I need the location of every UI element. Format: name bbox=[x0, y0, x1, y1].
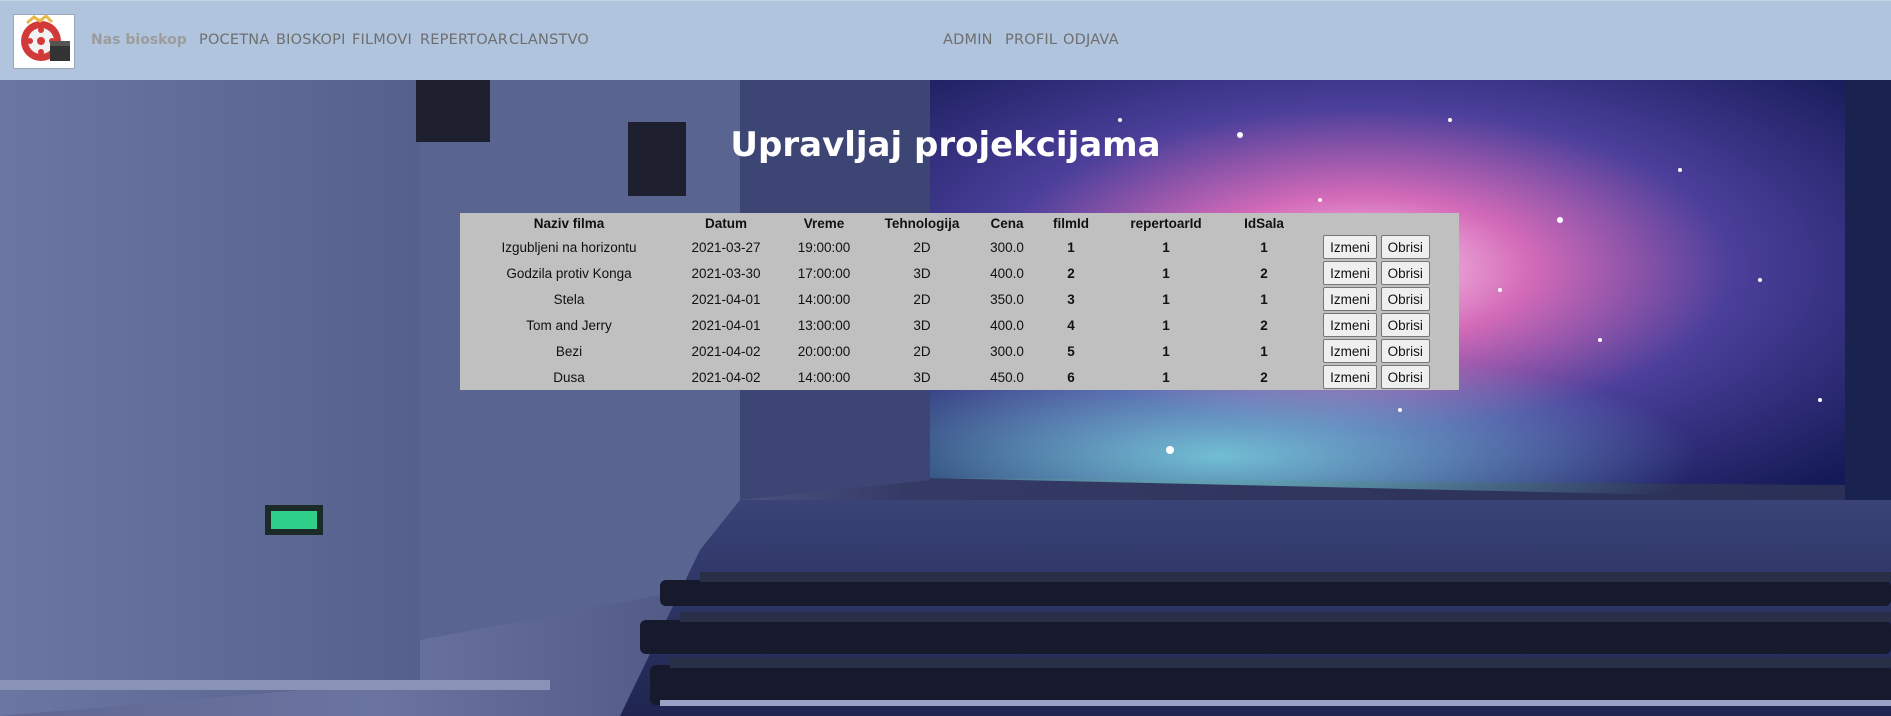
cell-actions: Izmeni Obrisi bbox=[1294, 286, 1459, 312]
cell-vreme: 19:00:00 bbox=[797, 239, 851, 255]
edit-button[interactable]: Izmeni bbox=[1323, 339, 1377, 363]
cell-idsala: 1 bbox=[1260, 239, 1268, 255]
cell-actions: Izmeni Obrisi bbox=[1294, 234, 1459, 260]
cell-tehnologija: 2D bbox=[913, 343, 931, 359]
projections-table: Naziv filma Datum Vreme Tehnologija Cena… bbox=[460, 213, 1459, 390]
cell-naziv-filma: Tom and Jerry bbox=[526, 317, 612, 333]
cinema-hall-illustration bbox=[0, 80, 1891, 716]
header-vreme: Vreme bbox=[803, 216, 845, 231]
cell-filmid: 1 bbox=[1067, 239, 1075, 255]
delete-button[interactable]: Obrisi bbox=[1380, 365, 1430, 389]
edit-button[interactable]: Izmeni bbox=[1323, 235, 1377, 259]
nav-link-clanstvo[interactable]: CLANSTVO bbox=[509, 32, 589, 48]
header-actions bbox=[1294, 213, 1459, 234]
table-row: Dusa 2021-04-02 14:00:00 3D 450.0 6 1 2 … bbox=[460, 364, 1459, 390]
cell-idsala: 1 bbox=[1260, 343, 1268, 359]
cell-cena: 350.0 bbox=[990, 291, 1024, 307]
nav-link-bioskopi[interactable]: BIOSKOPI bbox=[276, 32, 346, 48]
cell-vreme: 20:00:00 bbox=[797, 343, 851, 359]
cell-cena: 400.0 bbox=[990, 265, 1024, 281]
cell-naziv-filma: Godzila protiv Konga bbox=[506, 265, 632, 281]
nav-link-pocetna[interactable]: POCETNA bbox=[199, 32, 269, 48]
cell-datum: 2021-04-01 bbox=[691, 317, 761, 333]
table-row: Bezi 2021-04-02 20:00:00 2D 300.0 5 1 1 … bbox=[460, 338, 1459, 364]
cell-naziv-filma: Stela bbox=[553, 291, 585, 307]
cell-vreme: 14:00:00 bbox=[797, 369, 851, 385]
brand-name[interactable]: Nas bioskop bbox=[91, 32, 187, 48]
nav-link-profil[interactable]: PROFIL bbox=[1005, 32, 1057, 48]
cell-naziv-filma: Dusa bbox=[553, 369, 585, 385]
page-title: Upravljaj projekcijama bbox=[730, 125, 1161, 165]
header-idsala: IdSala bbox=[1244, 216, 1284, 231]
cell-idsala: 2 bbox=[1260, 265, 1268, 281]
cell-naziv-filma: Bezi bbox=[555, 343, 583, 359]
table-header-row: Naziv filma Datum Vreme Tehnologija Cena… bbox=[460, 213, 1459, 234]
nav-link-admin[interactable]: ADMIN bbox=[943, 32, 993, 48]
top-navbar: Nas bioskop POCETNA BIOSKOPI FILMOVI REP… bbox=[0, 0, 1891, 80]
cell-datum: 2021-03-30 bbox=[691, 265, 761, 281]
cell-idsala: 1 bbox=[1260, 291, 1268, 307]
cell-filmid: 2 bbox=[1067, 265, 1075, 281]
header-cena: Cena bbox=[990, 216, 1024, 231]
cell-naziv-filma: Izgubljeni na horizontu bbox=[501, 239, 637, 255]
cell-tehnologija: 2D bbox=[913, 291, 931, 307]
cell-tehnologija: 2D bbox=[913, 239, 931, 255]
delete-button[interactable]: Obrisi bbox=[1380, 235, 1430, 259]
cell-datum: 2021-03-27 bbox=[691, 239, 761, 255]
table-row: Godzila protiv Konga 2021-03-30 17:00:00… bbox=[460, 260, 1459, 286]
cell-filmid: 5 bbox=[1067, 343, 1075, 359]
cell-actions: Izmeni Obrisi bbox=[1294, 364, 1459, 390]
cell-idsala: 2 bbox=[1260, 317, 1268, 333]
cinema-hall-background bbox=[0, 80, 1891, 716]
cell-actions: Izmeni Obrisi bbox=[1294, 260, 1459, 286]
cell-cena: 400.0 bbox=[990, 317, 1024, 333]
delete-button[interactable]: Obrisi bbox=[1380, 287, 1430, 311]
cell-filmid: 3 bbox=[1067, 291, 1075, 307]
cell-vreme: 14:00:00 bbox=[797, 291, 851, 307]
cell-repertoarid: 1 bbox=[1162, 369, 1170, 385]
edit-button[interactable]: Izmeni bbox=[1323, 313, 1377, 337]
header-naziv-filma: Naziv filma bbox=[533, 216, 605, 231]
cell-cena: 450.0 bbox=[990, 369, 1024, 385]
header-tehnologija: Tehnologija bbox=[884, 216, 960, 231]
nav-link-repertoar[interactable]: REPERTOAR bbox=[420, 32, 508, 48]
edit-button[interactable]: Izmeni bbox=[1323, 365, 1377, 389]
cell-cena: 300.0 bbox=[990, 343, 1024, 359]
table-row: Tom and Jerry 2021-04-01 13:00:00 3D 400… bbox=[460, 312, 1459, 338]
cell-actions: Izmeni Obrisi bbox=[1294, 338, 1459, 364]
edit-button[interactable]: Izmeni bbox=[1323, 261, 1377, 285]
cell-tehnologija: 3D bbox=[913, 369, 931, 385]
cell-filmid: 6 bbox=[1067, 369, 1075, 385]
cell-datum: 2021-04-02 bbox=[691, 343, 761, 359]
cell-idsala: 2 bbox=[1260, 369, 1268, 385]
delete-button[interactable]: Obrisi bbox=[1380, 261, 1430, 285]
cell-cena: 300.0 bbox=[990, 239, 1024, 255]
cinema-logo-icon[interactable] bbox=[13, 14, 75, 69]
cell-repertoarid: 1 bbox=[1162, 265, 1170, 281]
nav-link-filmovi[interactable]: FILMOVI bbox=[352, 32, 412, 48]
projections-table-container: Naziv filma Datum Vreme Tehnologija Cena… bbox=[460, 213, 1459, 390]
cell-vreme: 13:00:00 bbox=[797, 317, 851, 333]
cell-vreme: 17:00:00 bbox=[797, 265, 851, 281]
cell-filmid: 4 bbox=[1067, 317, 1075, 333]
header-datum: Datum bbox=[704, 216, 747, 231]
delete-button[interactable]: Obrisi bbox=[1380, 313, 1430, 337]
cell-datum: 2021-04-01 bbox=[691, 291, 761, 307]
table-row: Izgubljeni na horizontu 2021-03-27 19:00… bbox=[460, 234, 1459, 260]
cell-repertoarid: 1 bbox=[1162, 291, 1170, 307]
cell-datum: 2021-04-02 bbox=[691, 369, 761, 385]
cell-repertoarid: 1 bbox=[1162, 317, 1170, 333]
table-row: Stela 2021-04-01 14:00:00 2D 350.0 3 1 1… bbox=[460, 286, 1459, 312]
cell-tehnologija: 3D bbox=[913, 317, 931, 333]
header-repertoarid: repertoarId bbox=[1130, 216, 1202, 231]
cell-tehnologija: 3D bbox=[913, 265, 931, 281]
cell-repertoarid: 1 bbox=[1162, 239, 1170, 255]
delete-button[interactable]: Obrisi bbox=[1380, 339, 1430, 363]
edit-button[interactable]: Izmeni bbox=[1323, 287, 1377, 311]
nav-link-odjava[interactable]: ODJAVA bbox=[1063, 32, 1119, 48]
cell-repertoarid: 1 bbox=[1162, 343, 1170, 359]
header-filmid: filmId bbox=[1053, 216, 1089, 231]
cell-actions: Izmeni Obrisi bbox=[1294, 312, 1459, 338]
